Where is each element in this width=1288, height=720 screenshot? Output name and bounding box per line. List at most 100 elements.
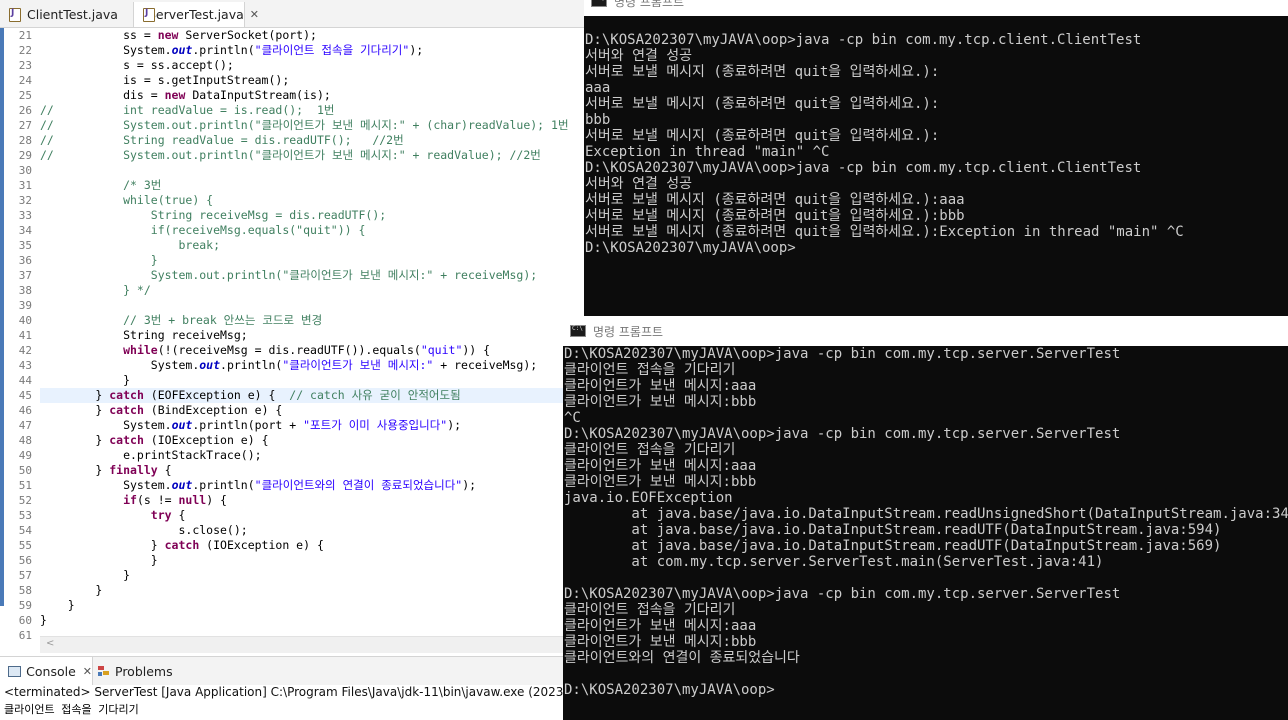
code-line: // String readValue = dis.readUTF(); //2… bbox=[40, 133, 404, 147]
cmd-title-bar[interactable]: 명령 프롬프트 bbox=[584, 0, 1288, 16]
code-line: // int readValue = is.read(); 1번 bbox=[40, 103, 335, 117]
tab-label: Problems bbox=[115, 663, 173, 679]
line-number: 50 bbox=[18, 464, 32, 477]
cmd-icon bbox=[570, 325, 586, 337]
line-number: 42 bbox=[18, 344, 32, 357]
code-line: System.out.println(port + "포트가 이미 사용중입니다… bbox=[40, 418, 462, 432]
line-number: 47 bbox=[18, 419, 32, 432]
code-line: System.out.println("클라이언트와의 연결이 종료되었습니다"… bbox=[40, 478, 477, 492]
code-line: s.close(); bbox=[40, 523, 248, 537]
terminal-line: 클라이언트 접속을 기다리기 bbox=[564, 442, 736, 458]
line-number: 28 bbox=[18, 134, 32, 147]
code-line: System.out.println("클라이언트가 보낸 메시지:" + re… bbox=[40, 358, 538, 372]
terminal-line: D:\KOSA202307\myJAVA\oop>java -cp bin co… bbox=[585, 160, 1142, 176]
terminal-line: at com.my.tcp.server.ServerTest.main(Ser… bbox=[564, 554, 1104, 570]
terminal-line: at java.base/java.io.DataInputStream.rea… bbox=[564, 538, 1222, 554]
line-number: 49 bbox=[18, 449, 32, 462]
line-number: 56 bbox=[18, 554, 32, 567]
code-line: while(true) { bbox=[40, 193, 214, 207]
window-title: 명령 프롬프트 bbox=[614, 0, 685, 9]
line-number: 40 bbox=[18, 314, 32, 327]
code-line: } bbox=[40, 583, 103, 597]
line-number: 41 bbox=[18, 329, 32, 342]
terminal-line: Exception in thread "main" ^C bbox=[585, 144, 830, 160]
code-line: String receiveMsg; bbox=[40, 328, 248, 342]
line-number: 32 bbox=[18, 194, 32, 207]
terminal-line: aaa bbox=[585, 80, 611, 96]
code-line: } bbox=[40, 613, 47, 627]
editor-tab-bar: J ClientTest.java J ServerTest.java ✕ bbox=[0, 0, 584, 28]
code-line: } bbox=[40, 598, 75, 612]
console-output: 클라이언트 접속을 기다리기 bbox=[4, 703, 139, 716]
line-number: 59 bbox=[18, 599, 32, 612]
tab-console[interactable]: Console ✕ bbox=[0, 657, 93, 685]
terminal-line: D:\KOSA202307\myJAVA\oop>java -cp bin co… bbox=[564, 426, 1121, 442]
line-number: 25 bbox=[18, 89, 32, 102]
line-number: 29 bbox=[18, 149, 32, 162]
cmd-window-client[interactable]: 명령 프롬프트 D:\KOSA202307\myJAVA\oop>java -c… bbox=[584, 0, 1288, 316]
terminal-output: D:\KOSA202307\myJAVA\oop>java -cp bin co… bbox=[584, 16, 1288, 316]
terminal-line: java.io.EOFException bbox=[564, 490, 733, 506]
tab-label: Console bbox=[26, 663, 76, 679]
code-line: // System.out.println("클라이언트가 보낸 메시지:" +… bbox=[40, 118, 569, 132]
terminal-line: D:\KOSA202307\myJAVA\oop>java -cp bin co… bbox=[564, 586, 1121, 602]
scroll-left-icon[interactable]: < bbox=[46, 638, 54, 649]
line-number: 23 bbox=[18, 59, 32, 72]
code-line: s = ss.accept(); bbox=[40, 58, 234, 72]
terminal-line: 서버로 보낼 메시지 (종료하려면 quit을 입력하세요.):aaa bbox=[585, 192, 965, 208]
line-number: 27 bbox=[18, 119, 32, 132]
close-icon[interactable]: ✕ bbox=[250, 8, 259, 21]
code-area[interactable]: ss = new ServerSocket(port); System.out.… bbox=[40, 28, 584, 634]
eclipse-editor: J ClientTest.java J ServerTest.java ✕ 21… bbox=[0, 0, 584, 720]
code-line: } bbox=[40, 373, 131, 387]
horizontal-scrollbar[interactable]: < bbox=[40, 636, 584, 653]
line-number: 34 bbox=[18, 224, 32, 237]
line-number: 33 bbox=[18, 209, 32, 222]
cmd-window-server[interactable]: 명령 프롬프트 D:\KOSA202307\myJAVA\oop>java -c… bbox=[563, 316, 1288, 720]
line-number: 53 bbox=[18, 509, 32, 522]
line-number: 24 bbox=[18, 74, 32, 87]
tab-servertest-java[interactable]: J ServerTest.java ✕ bbox=[133, 2, 259, 27]
line-number: 51 bbox=[18, 479, 32, 492]
line-number: 35 bbox=[18, 239, 32, 252]
terminal-line: 클라이언트가 보낸 메시지:aaa bbox=[564, 618, 757, 634]
code-line: // 3번 + break 안쓰는 코드로 변경 bbox=[40, 313, 323, 327]
line-number-gutter: 21 22 23 24 25 26 27 28 29 30 31 32 33 34 35 36 37 38 39 40… bbox=[4, 28, 32, 642]
line-number: 39 bbox=[18, 299, 32, 312]
code-line: } catch (IOException e) { bbox=[40, 433, 269, 447]
line-number: 36 bbox=[18, 254, 32, 267]
code-line: } bbox=[40, 553, 158, 567]
code-line: System.out.println("클라이언트가 보낸 메시지:" + re… bbox=[40, 268, 538, 282]
line-number: 45 bbox=[18, 389, 32, 402]
problems-icon bbox=[98, 665, 110, 677]
code-line: if(receiveMsg.equals("quit")) { bbox=[40, 223, 366, 237]
line-number: 57 bbox=[18, 569, 32, 582]
code-line: ss = new ServerSocket(port); bbox=[40, 28, 317, 42]
code-line: e.printStackTrace(); bbox=[40, 448, 262, 462]
tab-problems[interactable]: Problems bbox=[96, 657, 196, 685]
terminal-line: 서버로 보낼 메시지 (종료하려면 quit을 입력하세요.):bbb bbox=[585, 208, 965, 224]
code-line: // System.out.println("클라이언트가 보낸 메시지:" +… bbox=[40, 148, 541, 162]
line-number: 21 bbox=[18, 29, 32, 42]
code-line: } catch (BindException e) { bbox=[40, 403, 283, 417]
cmd-title-bar[interactable]: 명령 프롬프트 bbox=[563, 316, 1288, 346]
java-file-icon: J bbox=[8, 8, 21, 22]
line-number: 46 bbox=[18, 404, 32, 417]
terminal-output: D:\KOSA202307\myJAVA\oop>java -cp bin co… bbox=[563, 346, 1288, 720]
line-number: 60 bbox=[18, 614, 32, 627]
terminal-line: 클라이언트가 보낸 메시지:bbb bbox=[564, 394, 757, 410]
code-line: } bbox=[40, 568, 131, 582]
code-line: } catch (IOException e) { bbox=[40, 538, 324, 552]
terminal-line: D:\KOSA202307\myJAVA\oop>java -cp bin co… bbox=[585, 32, 1142, 48]
line-number: 37 bbox=[18, 269, 32, 282]
terminal-line: bbb bbox=[585, 112, 611, 128]
cmd-icon bbox=[591, 0, 607, 7]
terminal-line: 클라이언트가 보낸 메시지:bbb bbox=[564, 474, 757, 490]
line-number: 31 bbox=[18, 179, 32, 192]
code-line: String receiveMsg = dis.readUTF(); bbox=[40, 208, 387, 222]
code-line: if(s != null) { bbox=[123, 493, 227, 507]
terminal-line: 서버로 보낼 메시지 (종료하려면 quit을 입력하세요.):Exceptio… bbox=[585, 224, 1184, 240]
code-line: /* 3번 bbox=[40, 178, 162, 192]
close-icon[interactable]: ✕ bbox=[83, 665, 92, 678]
tab-clienttest-java[interactable]: J ClientTest.java bbox=[0, 2, 132, 27]
